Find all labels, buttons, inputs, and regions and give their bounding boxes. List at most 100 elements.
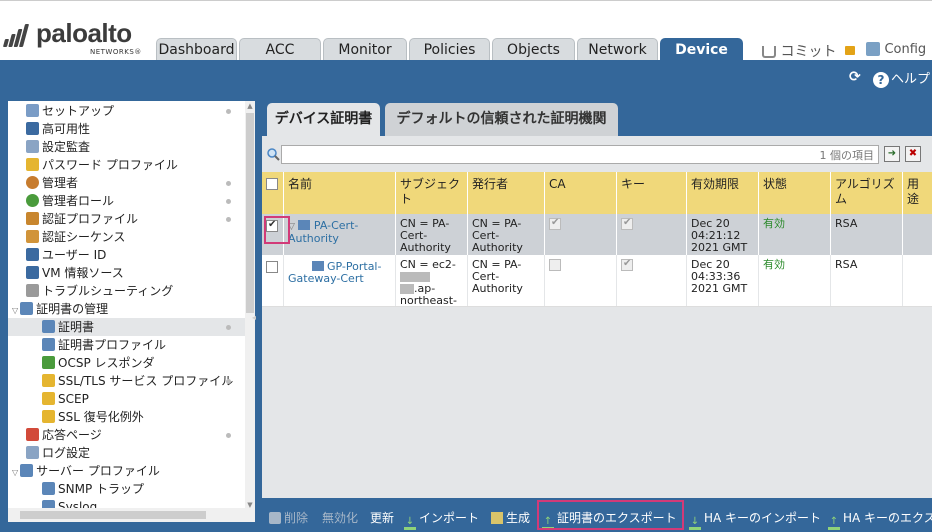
redacted-text — [400, 272, 430, 282]
splitter-handle[interactable]: ◂ — [252, 313, 258, 322]
highlight-box — [264, 216, 290, 244]
help-label: ヘルプ — [891, 72, 931, 87]
disable-button[interactable]: 無効化 — [322, 509, 358, 526]
generate-button[interactable]: 生成 — [491, 509, 530, 526]
server-profile-icon — [20, 464, 34, 477]
sidebar-item-scep[interactable]: SCEP — [42, 390, 89, 408]
cell-expiry: Dec 20 04:33:36 2021 GMT — [687, 255, 759, 306]
refresh-icon[interactable]: ⟳ — [849, 70, 863, 84]
scroll-thumb[interactable] — [20, 511, 206, 519]
search-input[interactable]: 1 個の項目 — [281, 145, 879, 164]
column-ca[interactable]: CA — [545, 172, 617, 214]
cert-name-link[interactable]: GP-Portal-Gateway-Cert — [288, 260, 381, 285]
commit-icon — [762, 46, 776, 58]
tab-acc[interactable]: ACC — [239, 38, 321, 61]
ha-icon — [26, 122, 39, 135]
sidebar-item-ssl-tls-profile[interactable]: SSL/TLS サービス プロファイル — [42, 372, 233, 390]
sidebar-item-cert-profile[interactable]: 証明書プロファイル — [42, 336, 166, 354]
cell-expiry: Dec 20 04:21:12 2021 GMT — [687, 214, 759, 255]
sidebar-item-user-id[interactable]: ユーザー ID — [26, 246, 106, 264]
cell-ca — [545, 214, 617, 255]
tab-objects[interactable]: Objects — [492, 38, 575, 61]
certificate-icon — [298, 220, 311, 230]
generate-icon — [491, 512, 503, 524]
logo-mark-icon — [2, 23, 32, 47]
sidebar-item-vm-info-source[interactable]: VM 情報ソース — [26, 264, 124, 282]
import-button[interactable]: ↓ インポート — [404, 509, 479, 530]
tab-network[interactable]: Network — [577, 38, 658, 61]
sidebar-horizontal-scrollbar[interactable] — [8, 508, 255, 522]
sidebar-vertical-scrollbar[interactable]: ▲ ▼ — [245, 101, 255, 521]
certificate-icon — [311, 261, 324, 271]
column-key[interactable]: キー — [617, 172, 687, 214]
sidebar-item-snmp-trap[interactable]: SNMP トラップ — [42, 480, 144, 498]
apply-filter-button[interactable]: ➜ — [884, 146, 900, 162]
lock-button[interactable] — [845, 41, 855, 57]
sidebar-item-config-audit[interactable]: 設定監査 — [26, 138, 90, 156]
search-bar: 1 個の項目 ➜ ✖ — [262, 144, 932, 166]
cell-status: 有効 — [759, 255, 831, 306]
setup-icon — [26, 104, 39, 117]
clear-filter-button[interactable]: ✖ — [905, 146, 921, 162]
cell-usage — [903, 255, 932, 306]
sidebar-item-high-availability[interactable]: 高可用性 — [26, 120, 90, 138]
column-algorithm[interactable]: アルゴリズム — [831, 172, 903, 214]
cell-status: 有効 — [759, 214, 831, 255]
sidebar-item-cert-management[interactable]: ▽ 証明書の管理 — [12, 300, 108, 318]
sidebar-item-ocsp-responder[interactable]: OCSP レスポンダ — [42, 354, 155, 372]
sidebar-item-response-pages[interactable]: 応答ページ — [26, 426, 102, 444]
tab-device-certificates[interactable]: デバイス証明書 — [267, 103, 380, 136]
renew-button[interactable]: 更新 — [370, 509, 394, 526]
sidebar-item-troubleshooting[interactable]: トラブルシューティング — [26, 282, 173, 300]
sidebar-item-certificates[interactable]: 証明書 — [8, 318, 245, 336]
commit-label: コミット — [780, 44, 837, 60]
tab-policies[interactable]: Policies — [409, 38, 490, 61]
cell-key — [617, 255, 687, 306]
sidebar-item-server-profiles[interactable]: ▽ サーバー プロファイル — [12, 462, 160, 480]
commit-button[interactable]: コミット — [762, 41, 836, 61]
user-id-icon — [26, 248, 39, 261]
certificate-icon — [42, 320, 55, 333]
tab-monitor[interactable]: Monitor — [323, 38, 407, 61]
sidebar-item-setup[interactable]: セットアップ — [26, 102, 114, 120]
table-row[interactable]: ▽ PA-Cert-Authority CN = PA-Cert-Authori… — [262, 214, 932, 255]
import-icon: ↓ — [689, 517, 701, 530]
column-expiry[interactable]: 有効期限 — [687, 172, 759, 214]
column-subject[interactable]: サブジェクト — [396, 172, 468, 214]
sidebar-item-ssl-decrypt-exception[interactable]: SSL 復号化例外 — [42, 408, 144, 426]
sidebar-item-admin-roles[interactable]: 管理者ロール — [26, 192, 114, 210]
cert-management-icon — [20, 302, 34, 315]
response-page-icon — [26, 428, 39, 441]
tab-device[interactable]: Device — [660, 38, 743, 61]
main-panel: デバイス証明書 デフォルトの信頼された証明機関 1 個の項目 ➜ ✖ 名前 サブ… — [262, 93, 932, 532]
troubleshoot-icon — [26, 284, 39, 297]
auth-profile-icon — [26, 212, 39, 225]
tab-dashboard[interactable]: Dashboard — [156, 38, 237, 61]
delete-button[interactable]: 削除 — [269, 509, 308, 526]
chevron-up-icon[interactable]: ▲ — [245, 102, 255, 112]
status-dot — [226, 217, 231, 222]
status-dot — [226, 199, 231, 204]
column-issuer[interactable]: 発行者 — [468, 172, 545, 214]
select-all-checkbox[interactable] — [266, 178, 278, 190]
cert-profile-icon — [42, 338, 55, 351]
bottom-toolbar: 削除 無効化 更新 ↓ インポート 生成 ↑ 証明書のエクスポート ↓ HA キーのイ… — [262, 498, 932, 532]
sidebar-item-password-profile[interactable]: パスワード プロファイル — [26, 156, 178, 174]
help-button[interactable]: ? ヘルプ — [873, 68, 930, 88]
sidebar-item-administrators[interactable]: 管理者 — [26, 174, 78, 192]
ha-key-import-button[interactable]: ↓ HA キーのインポート — [689, 509, 821, 530]
table-header: 名前 サブジェクト 発行者 CA キー 有効期限 状態 アルゴリズム 用途 — [262, 172, 932, 214]
column-status[interactable]: 状態 — [759, 172, 831, 214]
sidebar-item-auth-profile[interactable]: 認証プロファイル — [26, 210, 138, 228]
row-checkbox[interactable] — [266, 261, 278, 273]
table-row[interactable]: GP-Portal-Gateway-Cert CN = ec2- .ap-nor… — [262, 255, 932, 307]
audit-icon — [26, 140, 39, 153]
column-usage[interactable]: 用途 — [903, 172, 932, 214]
key-checkbox — [621, 217, 633, 230]
scroll-thumb[interactable] — [246, 113, 254, 313]
sidebar-item-log-settings[interactable]: ログ設定 — [26, 444, 90, 462]
column-name[interactable]: 名前 — [284, 172, 396, 214]
tab-default-trusted-ca[interactable]: デフォルトの信頼された証明機関 — [385, 103, 618, 136]
sidebar-item-auth-sequence[interactable]: 認証シーケンス — [26, 228, 125, 246]
ha-key-export-button[interactable]: ↑ HA キーのエクス — [828, 509, 932, 530]
